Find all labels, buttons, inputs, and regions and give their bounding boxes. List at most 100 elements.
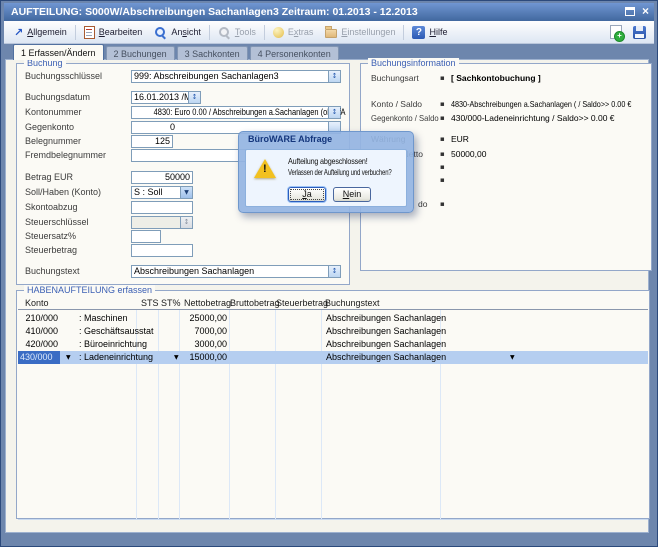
- column-header-stprozent: ST%: [161, 298, 181, 308]
- selected-konto-cell[interactable]: 430/000: [18, 351, 60, 364]
- sollhaben-dropdown[interactable]: S : Soll ▼: [131, 186, 193, 199]
- menu-bearbeiten[interactable]: Bearbeiten: [78, 23, 149, 42]
- menu-tools-label: Tools: [235, 27, 256, 37]
- toolbar-separator: [75, 25, 76, 40]
- buchungsart-label: Buchungsart: [371, 73, 419, 83]
- menu-ansicht[interactable]: Ansicht: [148, 23, 207, 42]
- window-close-button[interactable]: ×: [642, 6, 649, 17]
- betrag-field[interactable]: 50000: [131, 171, 193, 184]
- extras-icon: [273, 27, 284, 38]
- belegnummer-field[interactable]: 125: [131, 135, 173, 148]
- menu-toolbar: ↗ Allgemein Bearbeiten Ansicht Tools Ext…: [4, 21, 654, 44]
- table-row[interactable]: 410/000 : Geschäftsausstat 7000,00 Absch…: [18, 325, 648, 338]
- menu-extras[interactable]: Extras: [267, 23, 320, 42]
- title-bar[interactable]: AUFTEILUNG: S000W/Abschreibungen Sachanl…: [4, 3, 654, 21]
- menu-bearbeiten-label: Bearbeiten: [99, 27, 143, 37]
- bullet-icon: ▪: [440, 114, 445, 122]
- window-restore-button[interactable]: [625, 7, 635, 16]
- menu-hilfe[interactable]: ? Hilfe: [406, 23, 453, 42]
- dropdown-arrow-icon[interactable]: ▼: [510, 354, 515, 361]
- partially-hidden-label: do: [418, 199, 427, 209]
- skontoabzug-field[interactable]: [131, 201, 193, 214]
- betrag-label: Betrag EUR: [25, 172, 73, 182]
- new-document-button[interactable]: [610, 25, 622, 39]
- menu-ansicht-label: Ansicht: [171, 27, 201, 37]
- menu-einstellungen-label: Einstellungen: [341, 27, 395, 37]
- dialog-title: BüroWARE Abfrage: [248, 134, 332, 144]
- bullet-icon: ▪: [440, 135, 445, 143]
- column-header-steuerbetrag: Steuerbetrag: [276, 298, 328, 308]
- summe-netto-value: 50000,00: [451, 149, 486, 159]
- toolbar-separator: [264, 25, 265, 40]
- sollhaben-label: Soll/Haben (Konto): [25, 187, 101, 197]
- tab-personenkonten[interactable]: 4 Personenkonten: [250, 46, 339, 60]
- bullet-icon: ▪: [440, 74, 445, 82]
- steuersatz-field[interactable]: [131, 230, 161, 243]
- tab-strip: 1 Erfassen/Ändern 2 Buchungen 3 Sachkont…: [13, 44, 339, 60]
- warning-exclamation: !: [263, 163, 267, 175]
- bullet-icon: ▪: [440, 150, 445, 158]
- spinner-icon[interactable]: ↕: [328, 266, 340, 277]
- tab-erfassen-aendern[interactable]: 1 Erfassen/Ändern: [13, 44, 104, 60]
- arrow-up-right-icon: ↗: [14, 27, 23, 38]
- menu-extras-label: Extras: [288, 27, 314, 37]
- belegnummer-label: Belegnummer: [25, 136, 81, 146]
- menu-einstellungen[interactable]: Einstellungen: [319, 23, 401, 42]
- buchungsschluessel-combo[interactable]: 999: Abschreibungen Sachanlagen3 ↕: [131, 70, 341, 83]
- menu-allgemein-label: Allgemein: [27, 27, 67, 37]
- menu-allgemein[interactable]: ↗ Allgemein: [8, 23, 73, 42]
- steuerbetrag-label: Steuerbetrag: [25, 245, 77, 255]
- dropdown-arrow-icon[interactable]: ▼: [66, 354, 71, 361]
- column-header-konto: Konto: [25, 298, 49, 308]
- edit-icon: [84, 26, 95, 39]
- konto-saldo-value: 4830-Abschreibungen a.Sachanlagen ( / Sa…: [451, 99, 658, 109]
- table-bottom-line: [18, 519, 648, 520]
- magnifier-icon: [154, 26, 167, 39]
- yes-button[interactable]: Ja: [288, 187, 326, 202]
- settings-folder-icon: [325, 29, 337, 38]
- app-window: AUFTEILUNG: S000W/Abschreibungen Sachanl…: [0, 0, 658, 547]
- tab-sachkonten[interactable]: 3 Sachkonten: [177, 46, 248, 60]
- tab-buchungen[interactable]: 2 Buchungen: [106, 46, 175, 60]
- steuersatz-label: Steuersatz%: [25, 231, 76, 241]
- spinner-icon[interactable]: ↕: [328, 71, 340, 82]
- save-button[interactable]: [633, 26, 646, 39]
- spinner-icon: ↕: [180, 217, 192, 228]
- gegenkonto-saldo-value: 430/000-Ladeneinrichtung / Saldo>> 0.00 …: [451, 113, 615, 123]
- skontoabzug-label: Skontoabzug: [25, 202, 78, 212]
- tools-icon: [218, 26, 231, 39]
- menu-hilfe-label: Hilfe: [429, 27, 447, 37]
- bullet-icon: ▪: [440, 176, 445, 184]
- kontonummer-combo[interactable]: 4830: Euro 0.00 / Abschreibungen a.Sacha…: [131, 106, 341, 119]
- column-header-buchungstext: Buchungstext: [325, 298, 380, 308]
- table-row[interactable]: 210/000 : Maschinen 25000,00 Abschreibun…: [18, 312, 648, 325]
- steuerbetrag-field[interactable]: [131, 244, 193, 257]
- dialog-message-line2: Verlassen der Aufteilung und verbuchen?: [288, 168, 426, 177]
- habenaufteilung-caption: HABENAUFTEILUNG erfassen: [24, 285, 155, 295]
- spinner-icon[interactable]: ↕: [328, 107, 340, 118]
- table-row-selected[interactable]: 430/000 ▼ : Ladeneinrichtung ▼ 15000,00 …: [18, 351, 648, 364]
- menu-tools[interactable]: Tools: [212, 23, 262, 42]
- dropdown-arrow-icon[interactable]: ▼: [180, 187, 192, 198]
- gegenkonto-saldo-label: Gegenkonto / Saldo: [371, 113, 446, 123]
- waehrung-value: EUR: [451, 134, 469, 144]
- dialog-body: ! Aufteilung abgeschlossen! Verlassen de…: [245, 149, 407, 207]
- steuerschluessel-combo: ↕: [131, 216, 193, 229]
- confirm-dialog: BüroWARE Abfrage ! Aufteilung abgeschlos…: [238, 131, 414, 213]
- column-header-bruttobetrag: Bruttobetrag: [230, 298, 280, 308]
- buchungsdatum-field[interactable]: 16.01.2013 /M ↕: [131, 91, 201, 104]
- no-button[interactable]: Nein: [333, 187, 371, 202]
- buchungsart-value: [ Sachkontobuchung ]: [451, 73, 541, 83]
- habenaufteilung-groupbox: HABENAUFTEILUNG erfassen Konto STS ST% N…: [16, 290, 650, 519]
- konto-saldo-label: Konto / Saldo: [371, 99, 422, 109]
- dialog-message-line1: Aufteilung abgeschlossen!: [288, 157, 376, 166]
- column-header-sts: STS: [141, 298, 159, 308]
- buchungstext-combo[interactable]: Abschreibungen Sachanlagen ↕: [131, 265, 341, 278]
- spinner-icon[interactable]: ↕: [188, 92, 200, 103]
- bullet-icon: ▪: [440, 163, 445, 171]
- buchungsdatum-label: Buchungsdatum: [25, 92, 90, 102]
- table-row[interactable]: 420/000 : Büroeinrichtung 3000,00 Abschr…: [18, 338, 648, 351]
- bullet-icon: ▪: [440, 100, 445, 108]
- buchungstext-label: Buchungstext: [25, 266, 80, 276]
- fremdbelegnummer-label: Fremdbelegnummer: [25, 150, 106, 160]
